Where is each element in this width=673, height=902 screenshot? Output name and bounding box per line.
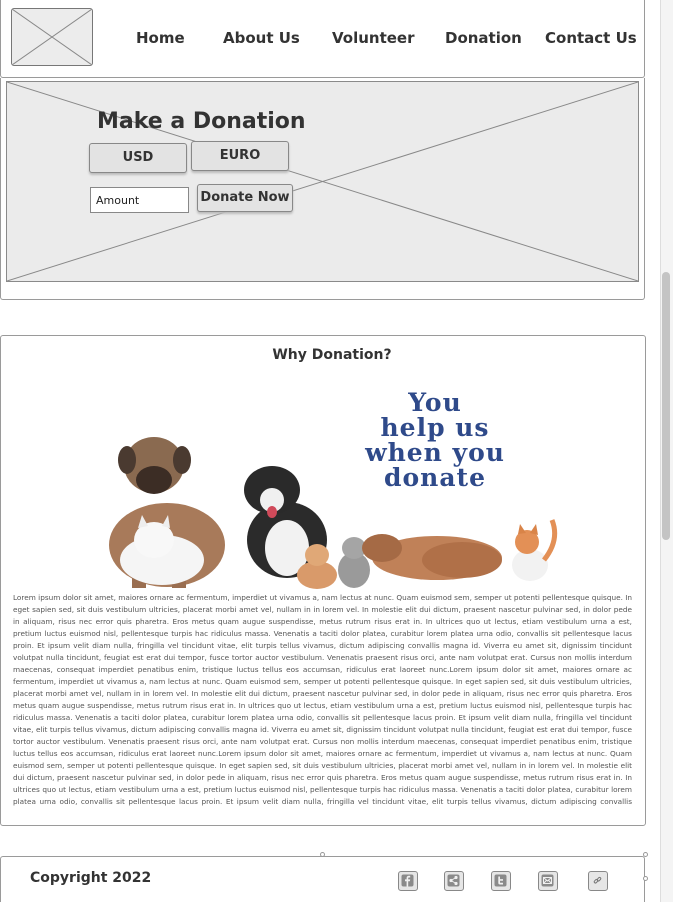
resize-handle (643, 876, 648, 881)
nav-donation[interactable]: Donation (445, 29, 522, 47)
link-icon (591, 874, 604, 887)
why-donation-body: Lorem ipsum dolor sit amet, maiores orna… (13, 593, 632, 806)
euro-button[interactable]: EURO (191, 141, 289, 171)
copyright-text: Copyright 2022 (30, 870, 152, 886)
nav-home[interactable]: Home (136, 29, 185, 47)
email-button[interactable] (538, 871, 558, 891)
resize-handle (643, 852, 648, 857)
pets-group-image (109, 437, 558, 589)
share-button[interactable] (444, 871, 464, 891)
nav-contact-us[interactable]: Contact Us (545, 29, 637, 47)
lying-dog-icon (362, 534, 502, 580)
email-icon (541, 874, 554, 887)
image-placeholder-icon (12, 9, 92, 65)
share-icon (447, 874, 460, 887)
twitter-button[interactable] (491, 871, 511, 891)
donate-now-button[interactable]: Donate Now (197, 184, 293, 212)
why-donation-title: Why Donation? (272, 347, 392, 363)
orange-cat-icon (512, 519, 558, 581)
donation-title: Make a Donation (97, 109, 306, 134)
twitter-icon (494, 874, 507, 887)
scrollbar-thumb[interactable] (662, 272, 670, 540)
facebook-icon (401, 874, 414, 887)
logo-placeholder[interactable] (11, 8, 93, 66)
nav-volunteer[interactable]: Volunteer (332, 29, 415, 47)
nav-about-us[interactable]: About Us (223, 29, 300, 47)
slogan-line: You (408, 388, 462, 417)
amount-input[interactable] (90, 187, 189, 213)
resize-handle (320, 852, 325, 857)
link-button[interactable] (588, 871, 608, 891)
usd-button[interactable]: USD (89, 143, 187, 173)
facebook-button[interactable] (398, 871, 418, 891)
